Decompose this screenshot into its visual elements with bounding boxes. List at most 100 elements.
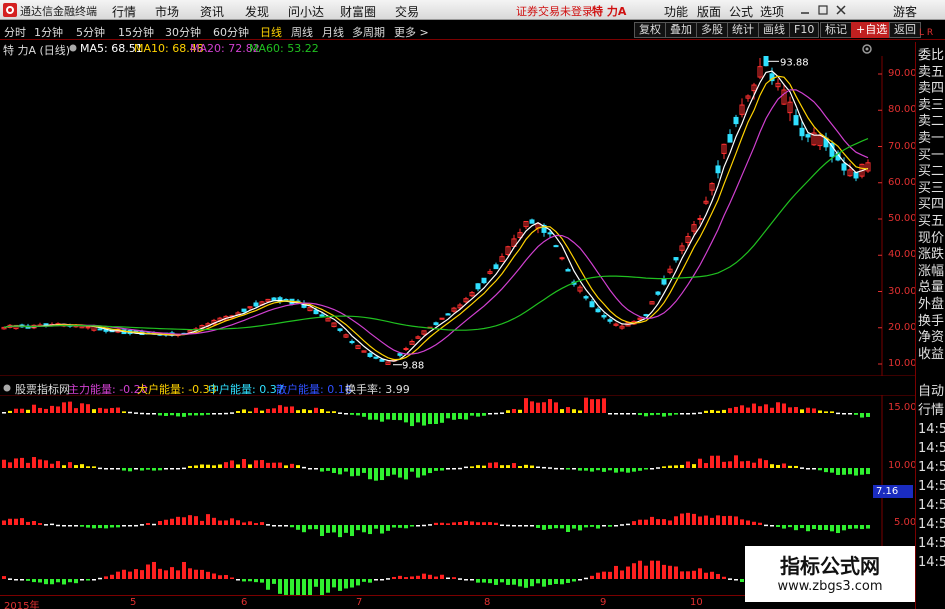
side-lower-item[interactable]: 14:5 — [918, 536, 945, 551]
period-more[interactable]: 更多 > — [394, 24, 429, 40]
mark-button[interactable]: 标记 — [820, 22, 852, 38]
energy-bar — [194, 465, 198, 468]
energy-bar — [704, 410, 708, 413]
app-logo-icon — [3, 3, 17, 17]
menu-banmian[interactable]: 版面 — [697, 3, 721, 20]
back-button[interactable]: 返回 — [889, 22, 921, 38]
energy-bar — [242, 409, 246, 413]
energy-bar — [536, 466, 540, 469]
period-60min[interactable]: 60分钟 — [213, 24, 249, 40]
energy-bar — [350, 579, 354, 588]
draw-line-button[interactable]: 画线 — [758, 22, 790, 38]
side-lower-item[interactable]: 14:5 — [918, 517, 945, 532]
energy-bar — [68, 525, 72, 527]
multi-stock-button[interactable]: 多股 — [696, 22, 728, 38]
side-lower-item[interactable]: 14:5 — [918, 441, 945, 456]
side-lower-item[interactable]: 行情 — [918, 403, 944, 418]
price-tick: 80.00 — [888, 104, 917, 116]
settings-gear-icon[interactable] — [861, 43, 873, 55]
energy-bar — [230, 577, 234, 579]
energy-bar — [32, 404, 36, 413]
fuquan-button[interactable]: 复权 — [634, 22, 666, 38]
lr-toggle[interactable]: L R — [919, 28, 933, 38]
period-monthly[interactable]: 月线 — [322, 24, 344, 40]
close-icon[interactable] — [834, 3, 848, 17]
candle-body — [445, 313, 451, 316]
energy-bar — [404, 525, 408, 529]
guest-label[interactable]: 游客 — [893, 3, 917, 20]
energy-bar — [278, 405, 282, 413]
settings-dot-icon[interactable] — [69, 44, 77, 52]
menu-jiaoyi[interactable]: 交易 — [395, 3, 419, 20]
period-5min[interactable]: 5分钟 — [76, 24, 105, 40]
energy-bar — [812, 525, 816, 530]
side-lower-item[interactable]: 自动 — [918, 384, 944, 399]
add-watchlist-button[interactable]: +自选 — [851, 22, 893, 38]
stats-button[interactable]: 统计 — [727, 22, 759, 38]
energy-bar — [128, 468, 132, 472]
energy-bar — [80, 464, 84, 468]
side-lower-item[interactable]: 14:5 — [918, 422, 945, 437]
energy-bar — [32, 521, 36, 525]
energy-bar — [116, 571, 120, 579]
energy-bar — [140, 570, 144, 579]
ind-axis-5: 5.00 — [894, 517, 917, 528]
energy-bar — [512, 463, 516, 468]
candle-body — [85, 326, 91, 329]
menu-faxian[interactable]: 发现 — [245, 3, 269, 20]
period-1min[interactable]: 1分钟 — [34, 24, 63, 40]
candle-body — [715, 165, 721, 174]
period-multi[interactable]: 多周期 — [352, 24, 385, 40]
menu-hangqing[interactable]: 行情 — [112, 3, 136, 20]
energy-bar — [584, 468, 588, 471]
period-15min[interactable]: 15分钟 — [118, 24, 154, 40]
energy-bar — [734, 579, 738, 581]
energy-bar — [680, 464, 684, 468]
energy-bar — [278, 579, 282, 594]
f10-button[interactable]: F10 — [789, 22, 820, 38]
ma-header: 特 力A (日线) MA5: 68.51 MA10: 68.48 MA20: 7… — [0, 42, 880, 57]
energy-bar — [572, 409, 576, 413]
period-fenshi[interactable]: 分时 — [4, 24, 26, 40]
energy-bar — [806, 525, 810, 532]
energy-bar — [848, 413, 852, 415]
side-lower-item[interactable]: 14:5 — [918, 479, 945, 494]
period-daily[interactable]: 日线 — [260, 24, 282, 40]
side-lower-item[interactable]: 14:5 — [918, 460, 945, 475]
energy-bar — [266, 462, 270, 468]
menu-gongshi[interactable]: 公式 — [729, 3, 753, 20]
price-chart[interactable]: 93.88 9.88 — [0, 56, 915, 376]
energy-bar — [512, 408, 516, 413]
menu-wenxiaoda[interactable]: 问小达 — [288, 3, 324, 20]
side-lower-item[interactable]: 14:5 — [918, 555, 945, 570]
menu-gongneng[interactable]: 功能 — [664, 3, 688, 20]
energy-bar — [620, 468, 624, 472]
price-tick: 70.00 — [888, 140, 917, 152]
overlay-button[interactable]: 叠加 — [665, 22, 697, 38]
side-lower-item[interactable]: 14:5 — [918, 498, 945, 513]
energy-bar — [56, 461, 60, 468]
energy-bar — [578, 579, 582, 581]
energy-bar — [278, 525, 282, 527]
energy-bar — [212, 517, 216, 525]
candle-body — [553, 245, 559, 248]
energy-bar — [230, 460, 234, 468]
menu-zixun[interactable]: 资讯 — [200, 3, 224, 20]
energy-bar — [428, 468, 432, 474]
menu-xuanxiang[interactable]: 选项 — [760, 3, 784, 20]
side-item: 总量 — [918, 280, 945, 296]
indicator-settings-icon[interactable] — [3, 384, 11, 392]
minimize-icon[interactable] — [798, 3, 812, 17]
menu-shichang[interactable]: 市场 — [155, 3, 179, 20]
energy-bar — [182, 413, 186, 417]
energy-bar — [248, 464, 252, 468]
period-weekly[interactable]: 周线 — [291, 24, 313, 40]
energy-bar — [548, 579, 552, 585]
energy-bar — [578, 410, 582, 413]
energy-bar — [788, 465, 792, 468]
period-30min[interactable]: 30分钟 — [165, 24, 201, 40]
energy-bar — [152, 413, 156, 415]
energy-bar — [188, 465, 192, 468]
maximize-icon[interactable] — [816, 3, 830, 17]
menu-caifuquan[interactable]: 财富圈 — [340, 3, 376, 20]
